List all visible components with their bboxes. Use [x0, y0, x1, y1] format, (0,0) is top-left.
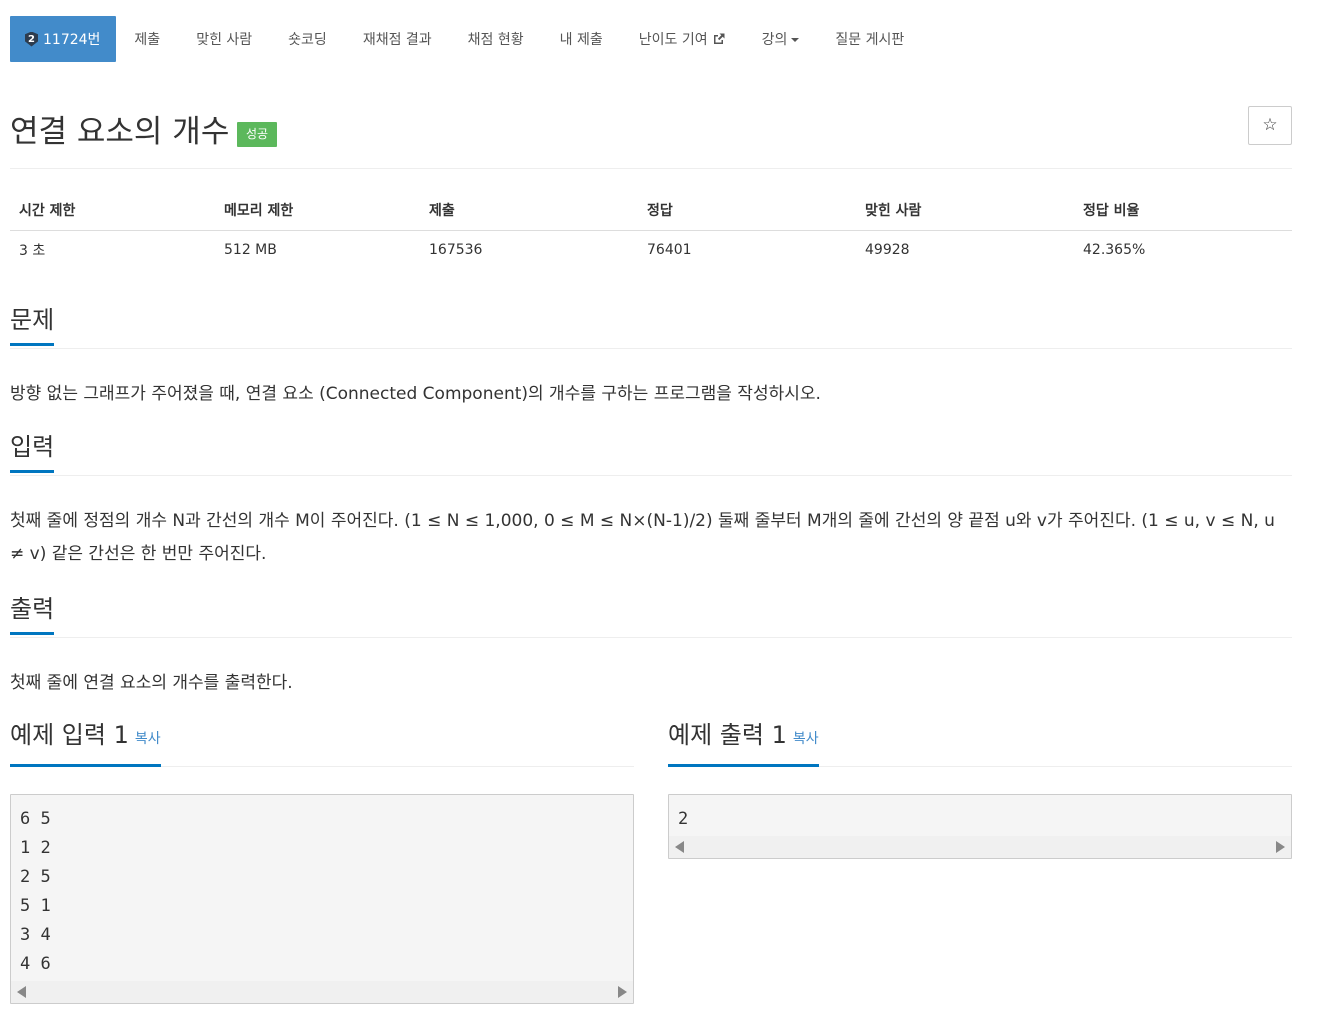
nav-qna-board[interactable]: 질문 게시판: [817, 16, 922, 62]
info-header-submissions: 제출: [420, 190, 638, 231]
scroll-left-icon[interactable]: [17, 986, 26, 998]
sample-input-scrollbar[interactable]: [11, 981, 633, 1003]
output-body: 첫째 줄에 연결 요소의 개수를 출력한다.: [10, 673, 293, 693]
copy-sample-input-button[interactable]: 복사: [135, 731, 161, 747]
scroll-left-icon[interactable]: [675, 841, 684, 853]
sample-output-title: 예제 출력 1 복사: [668, 720, 819, 767]
status-badge: 성공: [237, 122, 278, 147]
description-section: 문제 방향 없는 그래프가 주어졌을 때, 연결 요소 (Connected C…: [10, 305, 1292, 411]
sample-output-box[interactable]: 2: [668, 794, 1292, 859]
output-section: 출력 첫째 줄에 연결 요소의 개수를 출력한다.: [10, 594, 1292, 700]
info-header-row: 시간 제한 메모리 제한 제출 정답 맞힌 사람 정답 비율: [10, 190, 1292, 231]
page-title: 연결 요소의 개수: [10, 114, 230, 150]
nav-difficulty-label: 난이도 기여: [638, 32, 708, 48]
input-header: 입력: [10, 432, 1292, 476]
nav-rejudge-results[interactable]: 재채점 결과: [345, 16, 450, 62]
output-header: 출력: [10, 594, 1292, 638]
sample-output-section: 예제 출력 1 복사 2: [668, 720, 1292, 859]
nav-lectures-label: 강의: [761, 32, 788, 48]
input-title: 입력: [10, 432, 55, 473]
problem-navbar: 2 11724번 제출 맞힌 사람 숏코딩 재채점 결과 채점 현황 내 제출 …: [10, 16, 922, 62]
copy-sample-output-button[interactable]: 복사: [793, 731, 819, 747]
info-header-solved-users: 맞힌 사람: [856, 190, 1074, 231]
scroll-right-icon[interactable]: [618, 986, 627, 998]
sample-input-title-text: 예제 입력 1: [10, 721, 129, 749]
sample-input-header: 예제 입력 1 복사: [10, 720, 634, 767]
info-value-accepted: 76401: [647, 242, 692, 259]
description-title: 문제: [10, 305, 55, 346]
nav-difficulty-contribution[interactable]: 난이도 기여: [621, 16, 744, 62]
sample-output-scrollbar[interactable]: [669, 836, 1291, 858]
favorite-star-button[interactable]: ☆: [1248, 106, 1292, 145]
problem-info-table: 시간 제한 메모리 제한 제출 정답 맞힌 사람 정답 비율 3 초 512 M…: [10, 190, 1292, 270]
info-value-memory-limit: 512 MB: [224, 242, 277, 259]
input-body: 첫째 줄에 정점의 개수 N과 간선의 개수 M이 주어진다. (1 ≤ N ≤…: [10, 511, 1275, 564]
nav-lectures-dropdown[interactable]: 강의: [744, 16, 818, 62]
nav-solved-users[interactable]: 맞힌 사람: [178, 16, 270, 62]
problem-page: 2 11724번 제출 맞힌 사람 숏코딩 재채점 결과 채점 현황 내 제출 …: [0, 0, 1321, 1036]
info-value-time-limit: 3 초: [19, 243, 46, 260]
info-value-submissions: 167536: [429, 242, 483, 259]
info-header-accept-ratio: 정답 비율: [1074, 190, 1292, 231]
sample-output-content: 2: [678, 809, 689, 829]
sample-input-section: 예제 입력 1 복사 6 5 1 2 2 5 5 1 3 4 4 6: [10, 720, 634, 1004]
info-header-memory-limit: 메모리 제한: [215, 190, 420, 231]
sample-input-box[interactable]: 6 5 1 2 2 5 5 1 3 4 4 6: [10, 794, 634, 1004]
external-link-icon: [713, 33, 725, 44]
output-title: 출력: [10, 594, 55, 635]
star-icon: ☆: [1262, 115, 1278, 135]
nav-judge-status[interactable]: 채점 현황: [450, 16, 542, 62]
sample-input-title: 예제 입력 1 복사: [10, 720, 161, 767]
title-divider: [10, 168, 1292, 169]
info-header-time-limit: 시간 제한: [10, 190, 215, 231]
nav-short-coding[interactable]: 숏코딩: [270, 16, 345, 62]
sample-input-content: 6 5 1 2 2 5 5 1 3 4 4 6: [20, 809, 51, 974]
caret-down-icon: [791, 38, 800, 42]
info-value-solved-users: 49928: [865, 242, 910, 259]
scroll-right-icon[interactable]: [1276, 841, 1285, 853]
sample-output-title-text: 예제 출력 1: [668, 721, 787, 749]
title-row: 연결 요소의 개수 성공 ☆: [10, 104, 1292, 156]
description-header: 문제: [10, 305, 1292, 349]
input-section: 입력 첫째 줄에 정점의 개수 N과 간선의 개수 M이 주어진다. (1 ≤ …: [10, 432, 1292, 571]
info-value-row: 3 초 512 MB 167536 76401 49928 42.365%: [10, 230, 1292, 270]
tier-badge-icon: 2: [25, 31, 38, 47]
description-body: 방향 없는 그래프가 주어졌을 때, 연결 요소 (Connected Comp…: [10, 384, 821, 404]
info-value-accept-ratio: 42.365%: [1083, 242, 1146, 259]
nav-my-submissions[interactable]: 내 제출: [542, 16, 621, 62]
nav-problem-number[interactable]: 2 11724번: [10, 16, 117, 62]
problem-number-label: 11724번: [43, 32, 101, 48]
sample-output-header: 예제 출력 1 복사: [668, 720, 1292, 767]
info-header-accepted: 정답: [638, 190, 856, 231]
nav-submit[interactable]: 제출: [116, 16, 178, 62]
